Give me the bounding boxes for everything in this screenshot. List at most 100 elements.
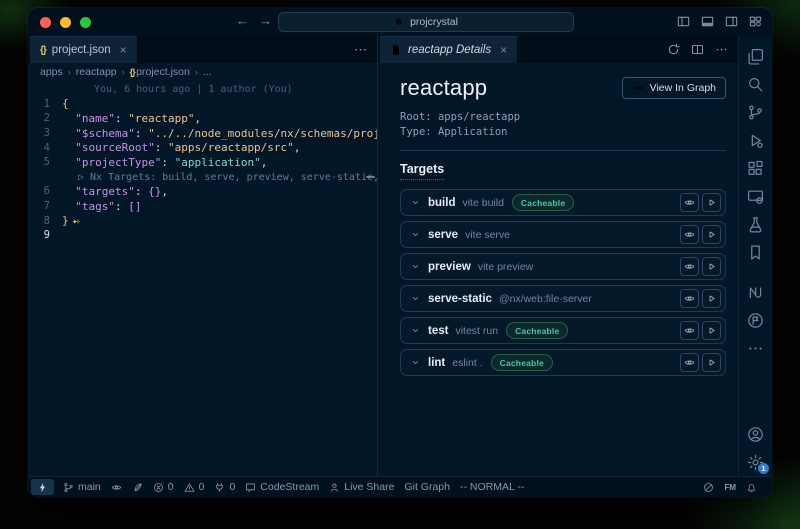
layout-sidebar-left-icon <box>677 15 690 28</box>
target-run-button[interactable] <box>702 193 721 212</box>
target-run-button[interactable] <box>702 289 721 308</box>
chevron-down-icon[interactable] <box>410 197 421 208</box>
target-inspect-button[interactable] <box>680 193 699 212</box>
do-not-disturb-icon <box>703 482 714 493</box>
traffic-close-button[interactable] <box>40 17 51 28</box>
target-inspect-button[interactable] <box>680 289 699 308</box>
chevron-down-icon[interactable] <box>410 293 421 304</box>
remote-indicator[interactable] <box>31 479 54 495</box>
chevron-down-icon <box>410 293 421 304</box>
eye-icon <box>684 261 695 272</box>
more-actions-icon[interactable]: ⋯ <box>354 42 367 58</box>
view-in-graph-button[interactable]: View In Graph <box>622 77 726 99</box>
fm-indicator[interactable]: FM <box>719 483 741 492</box>
line-content: "tags": [] <box>62 200 377 213</box>
testing-flask-icon[interactable] <box>739 210 772 238</box>
notifications-bell[interactable] <box>741 482 762 493</box>
code-editor[interactable]: You, 6 hours ago | 1 author (You)1{2 "na… <box>28 80 377 476</box>
project-meta: Root: apps/reactapp Type: Application <box>400 110 726 151</box>
forward-arrow-icon[interactable]: → <box>259 13 272 28</box>
git-graph[interactable]: Git Graph <box>399 477 455 497</box>
bookmarks-icon <box>747 244 764 261</box>
layout-sidebar-left-icon[interactable] <box>677 15 690 28</box>
ports[interactable]: 0 <box>209 477 240 497</box>
extensions-icon[interactable] <box>739 154 772 182</box>
target-run-button[interactable] <box>702 225 721 244</box>
refresh-icon[interactable] <box>667 43 680 56</box>
account-icon[interactable] <box>739 420 772 448</box>
root-value: apps/reactapp <box>438 111 520 123</box>
line-content: "targets": {}, <box>62 185 377 198</box>
target-inspect-button[interactable] <box>680 353 699 372</box>
feather-extension-icon <box>132 482 143 493</box>
traffic-minimize-button[interactable] <box>60 17 71 28</box>
layout-sidebar-right-icon[interactable] <box>725 15 738 28</box>
codestream[interactable]: CodeStream <box>240 477 324 497</box>
target-inspect-button[interactable] <box>680 225 699 244</box>
source-control-icon[interactable] <box>739 98 772 126</box>
activity-bar: 1 <box>739 36 772 476</box>
tab-reactapp-details[interactable]: reactapp Details × <box>380 36 517 63</box>
close-tab-icon[interactable]: × <box>500 43 507 57</box>
scrollbar-marker[interactable] <box>366 176 375 178</box>
target-actions <box>680 257 721 276</box>
target-run-button[interactable] <box>702 321 721 340</box>
chevron-down-icon[interactable] <box>410 261 421 272</box>
target-row-test[interactable]: testvitest runCacheable <box>400 317 726 344</box>
warnings-label: 0 <box>199 481 205 493</box>
close-tab-icon[interactable]: × <box>120 43 127 57</box>
split-editor-icon[interactable] <box>691 43 704 56</box>
breadcrumb-item-reactapp[interactable]: reactapp <box>76 66 117 78</box>
layout-customize-icon[interactable] <box>749 15 762 28</box>
target-row-preview[interactable]: previewvite preview <box>400 253 726 280</box>
nx-console-icon[interactable] <box>739 278 772 306</box>
chevron-down-icon[interactable] <box>410 357 421 368</box>
more-actions-icon[interactable] <box>715 43 728 56</box>
target-run-button[interactable] <box>702 257 721 276</box>
back-arrow-icon[interactable]: ← <box>236 13 249 28</box>
split-editor-icon <box>691 43 704 56</box>
command-center-search[interactable]: projcrystal <box>278 12 574 32</box>
target-row-lint[interactable]: linteslint .Cacheable <box>400 349 726 376</box>
line-content: "projectType": "application", <box>62 156 377 169</box>
line-number: 2 <box>28 112 62 124</box>
breadcrumb-item-apps[interactable]: apps <box>40 66 63 78</box>
errors[interactable]: 0 <box>148 477 179 497</box>
search-icon[interactable] <box>739 70 772 98</box>
more-views-icon[interactable] <box>739 334 772 362</box>
chevron-down-icon[interactable] <box>410 229 421 240</box>
explorer-icon[interactable] <box>739 42 772 70</box>
remote-explorer-icon[interactable] <box>739 182 772 210</box>
feather-extension[interactable] <box>127 477 148 497</box>
play-icon <box>706 357 717 368</box>
chevron-down-icon <box>410 197 421 208</box>
traffic-zoom-button[interactable] <box>80 17 91 28</box>
live-share[interactable]: Live Share <box>324 477 399 497</box>
target-run-button[interactable] <box>702 353 721 372</box>
tab-project-json[interactable]: {} project.json × <box>30 36 137 63</box>
search-value: projcrystal <box>410 16 458 28</box>
toggle-blame-eye[interactable] <box>106 477 127 497</box>
vim-mode[interactable]: -- NORMAL -- <box>455 477 529 497</box>
warnings[interactable]: 0 <box>179 477 210 497</box>
eye-icon <box>684 229 695 240</box>
target-inspect-button[interactable] <box>680 321 699 340</box>
chevron-down-icon[interactable] <box>410 325 421 336</box>
target-row-serve-static[interactable]: serve-static@nx/web:file-server <box>400 285 726 312</box>
run-debug-icon[interactable] <box>739 126 772 154</box>
do-not-disturb[interactable] <box>698 482 719 493</box>
eye-icon <box>632 82 644 94</box>
nx-targets-codelens[interactable]: ▷ Nx Targets: build, serve, preview, ser… <box>62 172 377 183</box>
gitlens-icon[interactable] <box>739 306 772 334</box>
target-inspect-button[interactable] <box>680 257 699 276</box>
breadcrumb-item-projectjson[interactable]: {} project.json <box>130 66 190 78</box>
layout-panel-icon[interactable] <box>701 15 714 28</box>
bookmarks-icon[interactable] <box>739 238 772 266</box>
target-row-serve[interactable]: servevite serve <box>400 221 726 248</box>
git-branch[interactable]: main <box>58 477 106 497</box>
target-command: eslint . <box>452 357 482 369</box>
breadcrumb-item-[interactable]: ... <box>203 66 212 78</box>
settings-gear-icon[interactable]: 1 <box>739 448 772 476</box>
target-row-build[interactable]: buildvite buildCacheable <box>400 189 726 216</box>
chevron-down-icon <box>410 325 421 336</box>
